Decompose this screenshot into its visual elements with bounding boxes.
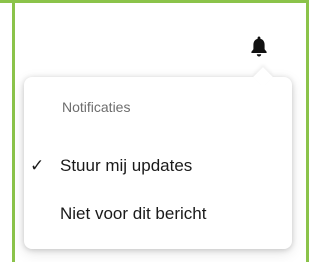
dropdown-title: Notificaties — [62, 99, 131, 115]
menu-item-label: Stuur mij updates — [60, 156, 193, 175]
bell-icon — [251, 36, 267, 57]
frame-border-top — [0, 0, 309, 3]
checkmark-icon: ✓ — [30, 156, 45, 175]
screen: Notificaties ✓ Stuur mij updates Niet vo… — [0, 0, 309, 262]
menu-item-label: Niet voor dit bericht — [60, 204, 207, 223]
notifications-bell-button[interactable] — [248, 33, 270, 59]
menu-item-not-for-this-message[interactable]: Niet voor dit bericht — [24, 199, 292, 229]
frame-border-right — [306, 0, 309, 262]
dropdown-caret — [253, 67, 273, 87]
notifications-dropdown: Notificaties ✓ Stuur mij updates Niet vo… — [24, 67, 292, 249]
frame-border-left — [12, 0, 15, 262]
menu-item-send-updates[interactable]: ✓ Stuur mij updates — [24, 151, 292, 181]
